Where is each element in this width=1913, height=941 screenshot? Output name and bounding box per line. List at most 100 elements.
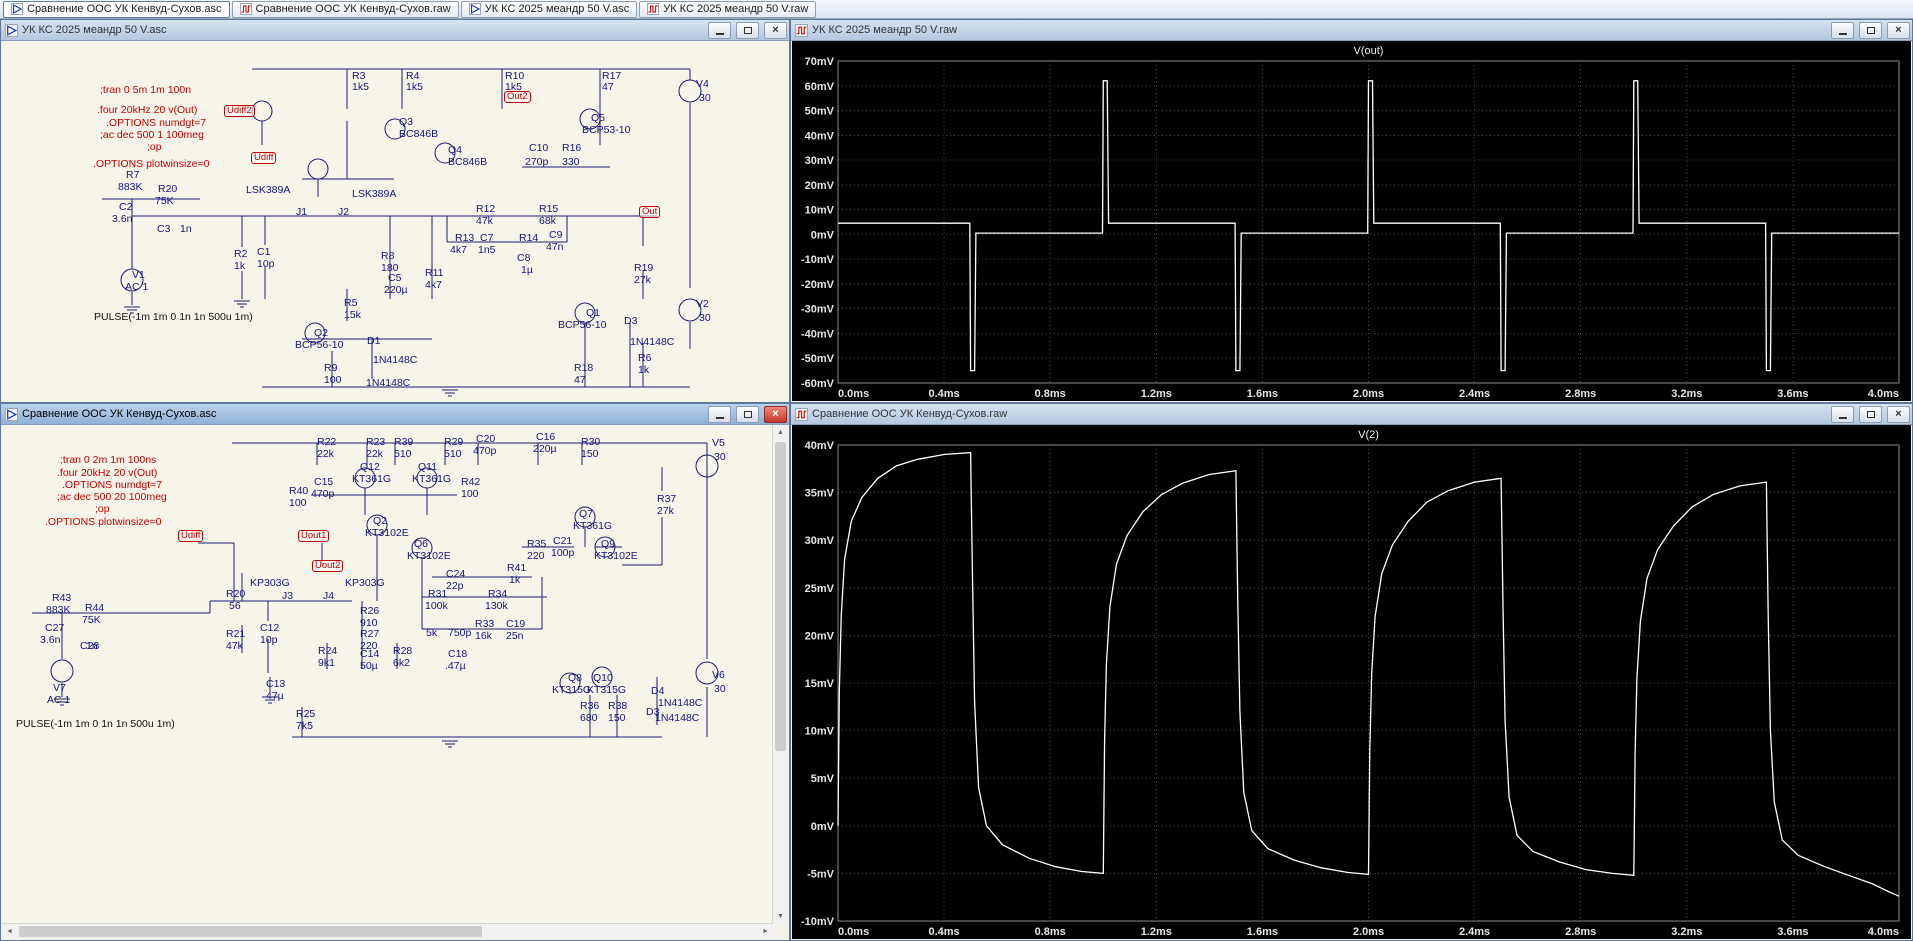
component-label[interactable]: 47k bbox=[226, 641, 243, 652]
component-label[interactable]: R13 bbox=[455, 233, 474, 244]
minimize-button[interactable] bbox=[1831, 21, 1854, 39]
component-label[interactable]: 330 bbox=[562, 157, 580, 168]
component-label[interactable]: 47 bbox=[574, 375, 586, 386]
titlebar[interactable]: УК КС 2025 меандр 50 V.asc bbox=[1, 20, 789, 41]
component-label[interactable]: R18 bbox=[574, 363, 593, 374]
scroll-up-button[interactable]: ▲ bbox=[773, 425, 788, 440]
component-label[interactable]: J4 bbox=[323, 591, 334, 602]
component-label[interactable]: Q10 bbox=[593, 673, 613, 684]
schematic-canvas[interactable]: R3 1k5 R4 1k5 R10 1k5 R17 47 V4 30 Q3 BC846B Q4 BC846… bbox=[2, 41, 788, 401]
component-label[interactable]: 1k bbox=[638, 365, 649, 376]
scroll-left-button[interactable]: ◄ bbox=[2, 924, 17, 939]
component-label[interactable]: 220µ bbox=[384, 285, 408, 296]
component-label[interactable]: 1k bbox=[234, 261, 245, 272]
component-label[interactable]: 27k bbox=[657, 506, 674, 517]
component-label[interactable]: 3.6n bbox=[112, 214, 132, 225]
waveform-pane[interactable]: 0.0ms 0.4ms 0.8ms 1.2ms 1.6ms 2.0ms 2.4ms 2.8ms… bbox=[792, 425, 1911, 939]
component-label[interactable]: V4 bbox=[696, 79, 709, 90]
component-label[interactable]: R38 bbox=[608, 701, 627, 712]
component-label[interactable]: 680 bbox=[580, 713, 598, 724]
component-label[interactable]: 25n bbox=[506, 631, 524, 642]
net-flag[interactable]: Udiff bbox=[251, 152, 277, 164]
minimize-button[interactable] bbox=[708, 21, 731, 39]
component-label[interactable]: LSK389A bbox=[246, 185, 290, 196]
tab-document-2[interactable]: УК КС 2025 меандр 50 V.asc bbox=[460, 0, 638, 18]
component-label[interactable]: R37 bbox=[657, 494, 676, 505]
component-label[interactable]: BCP53-10 bbox=[582, 125, 630, 136]
component-label[interactable]: R21 bbox=[226, 629, 245, 640]
component-label[interactable]: BCP56-10 bbox=[558, 320, 606, 331]
source-spec-label[interactable]: PULSE(-1m 1m 0 1n 1n 500u 1m) bbox=[16, 719, 175, 730]
component-label[interactable]: 100 bbox=[289, 498, 307, 509]
component-label[interactable]: 100 bbox=[461, 489, 479, 500]
component-label[interactable]: 1µ bbox=[521, 265, 533, 276]
component-label[interactable]: 47n bbox=[546, 242, 564, 253]
component-label[interactable]: V2 bbox=[696, 299, 709, 310]
component-label[interactable]: KT315G bbox=[552, 685, 591, 696]
waveform-plot[interactable]: 0.0ms 0.4ms 0.8ms 1.2ms 1.6ms 2.0ms 2.4ms 2.8ms… bbox=[792, 41, 1911, 401]
component-label[interactable]: Q8 bbox=[568, 673, 582, 684]
spice-directive[interactable]: ;op bbox=[95, 504, 110, 515]
net-flag[interactable]: Udiff bbox=[178, 530, 204, 542]
component-label[interactable]: V7 bbox=[53, 683, 66, 694]
tab-document-1[interactable]: Сравнение ООС УК Кенвуд-Сухов.raw bbox=[231, 0, 459, 18]
vertical-scrollbar[interactable]: ▲ ▼ bbox=[772, 425, 788, 924]
component-label[interactable]: 10p bbox=[257, 259, 275, 270]
component-label[interactable]: R43 bbox=[52, 593, 71, 604]
component-label[interactable]: 15k bbox=[344, 310, 361, 321]
close-button[interactable] bbox=[764, 21, 787, 39]
component-label[interactable]: R15 bbox=[539, 204, 558, 215]
component-label[interactable]: R11 bbox=[425, 268, 443, 279]
component-label[interactable]: 1N4148C bbox=[366, 378, 410, 389]
component-label[interactable]: 7k5 bbox=[296, 721, 313, 732]
component-label[interactable]: R20 bbox=[158, 184, 177, 195]
component-label[interactable]: R28 bbox=[393, 646, 412, 657]
component-label[interactable]: C7 bbox=[480, 233, 493, 244]
minimize-button[interactable] bbox=[708, 405, 731, 423]
component-label[interactable]: 75K bbox=[155, 196, 174, 207]
scroll-down-button[interactable]: ▼ bbox=[773, 909, 788, 924]
close-button[interactable] bbox=[1887, 21, 1910, 39]
component-label[interactable]: C2 bbox=[119, 202, 132, 213]
component-label[interactable]: C21 bbox=[553, 536, 572, 547]
component-label[interactable]: C10 bbox=[529, 143, 548, 154]
component-label[interactable]: 30 bbox=[714, 684, 726, 695]
net-flag[interactable]: Udiff2 bbox=[224, 105, 255, 117]
component-label[interactable]: 22k bbox=[366, 449, 383, 460]
component-label[interactable]: 30 bbox=[699, 313, 711, 324]
component-label[interactable]: 130k bbox=[485, 601, 508, 612]
component-label[interactable]: 5k bbox=[426, 628, 437, 639]
component-label[interactable]: R27 bbox=[360, 629, 379, 640]
scroll-right-button[interactable]: ► bbox=[758, 924, 773, 939]
spice-directive[interactable]: .OPTIONS numdgt=7 bbox=[62, 480, 162, 491]
component-label[interactable]: Q2 bbox=[373, 516, 387, 527]
component-label[interactable]: Q7 bbox=[579, 509, 593, 520]
component-label[interactable]: R9 bbox=[324, 363, 337, 374]
spice-directive[interactable]: .four 20kHz 20 v(Out) bbox=[57, 468, 157, 479]
component-label[interactable]: C15 bbox=[314, 477, 333, 488]
tab-document-0[interactable]: Сравнение ООС УК Кенвуд-Сухов.asc bbox=[3, 0, 230, 18]
component-label[interactable]: AC 1 bbox=[125, 282, 148, 293]
component-label[interactable]: BC846B bbox=[448, 157, 487, 168]
component-label[interactable]: KP303G bbox=[345, 578, 385, 589]
component-label[interactable]: C12 bbox=[260, 623, 279, 634]
component-label[interactable]: C27 bbox=[45, 623, 64, 634]
component-label[interactable]: C14 bbox=[360, 649, 379, 660]
component-label[interactable]: KT3102E bbox=[407, 551, 451, 562]
component-label[interactable]: 47k bbox=[476, 216, 493, 227]
component-label[interactable]: 220 bbox=[527, 551, 545, 562]
component-label[interactable]: Q11 bbox=[418, 462, 437, 473]
spice-directive[interactable]: .OPTIONS plotwinsize=0 bbox=[93, 159, 209, 170]
component-label[interactable]: R22 bbox=[317, 437, 336, 448]
component-label[interactable]: 750p bbox=[448, 628, 471, 639]
component-label[interactable]: 510 bbox=[444, 449, 462, 460]
component-label[interactable]: V1 bbox=[132, 270, 145, 281]
component-label[interactable]: 75K bbox=[82, 615, 101, 626]
component-label[interactable]: KT315G bbox=[587, 685, 626, 696]
component-label[interactable]: D1 bbox=[367, 336, 380, 347]
component-label[interactable]: KT361G bbox=[352, 474, 391, 485]
component-label[interactable]: 1N4148C bbox=[373, 355, 417, 366]
component-label[interactable]: 1k bbox=[509, 575, 520, 586]
component-label[interactable]: R41 bbox=[507, 563, 526, 574]
component-label[interactable]: 470p bbox=[311, 489, 334, 500]
